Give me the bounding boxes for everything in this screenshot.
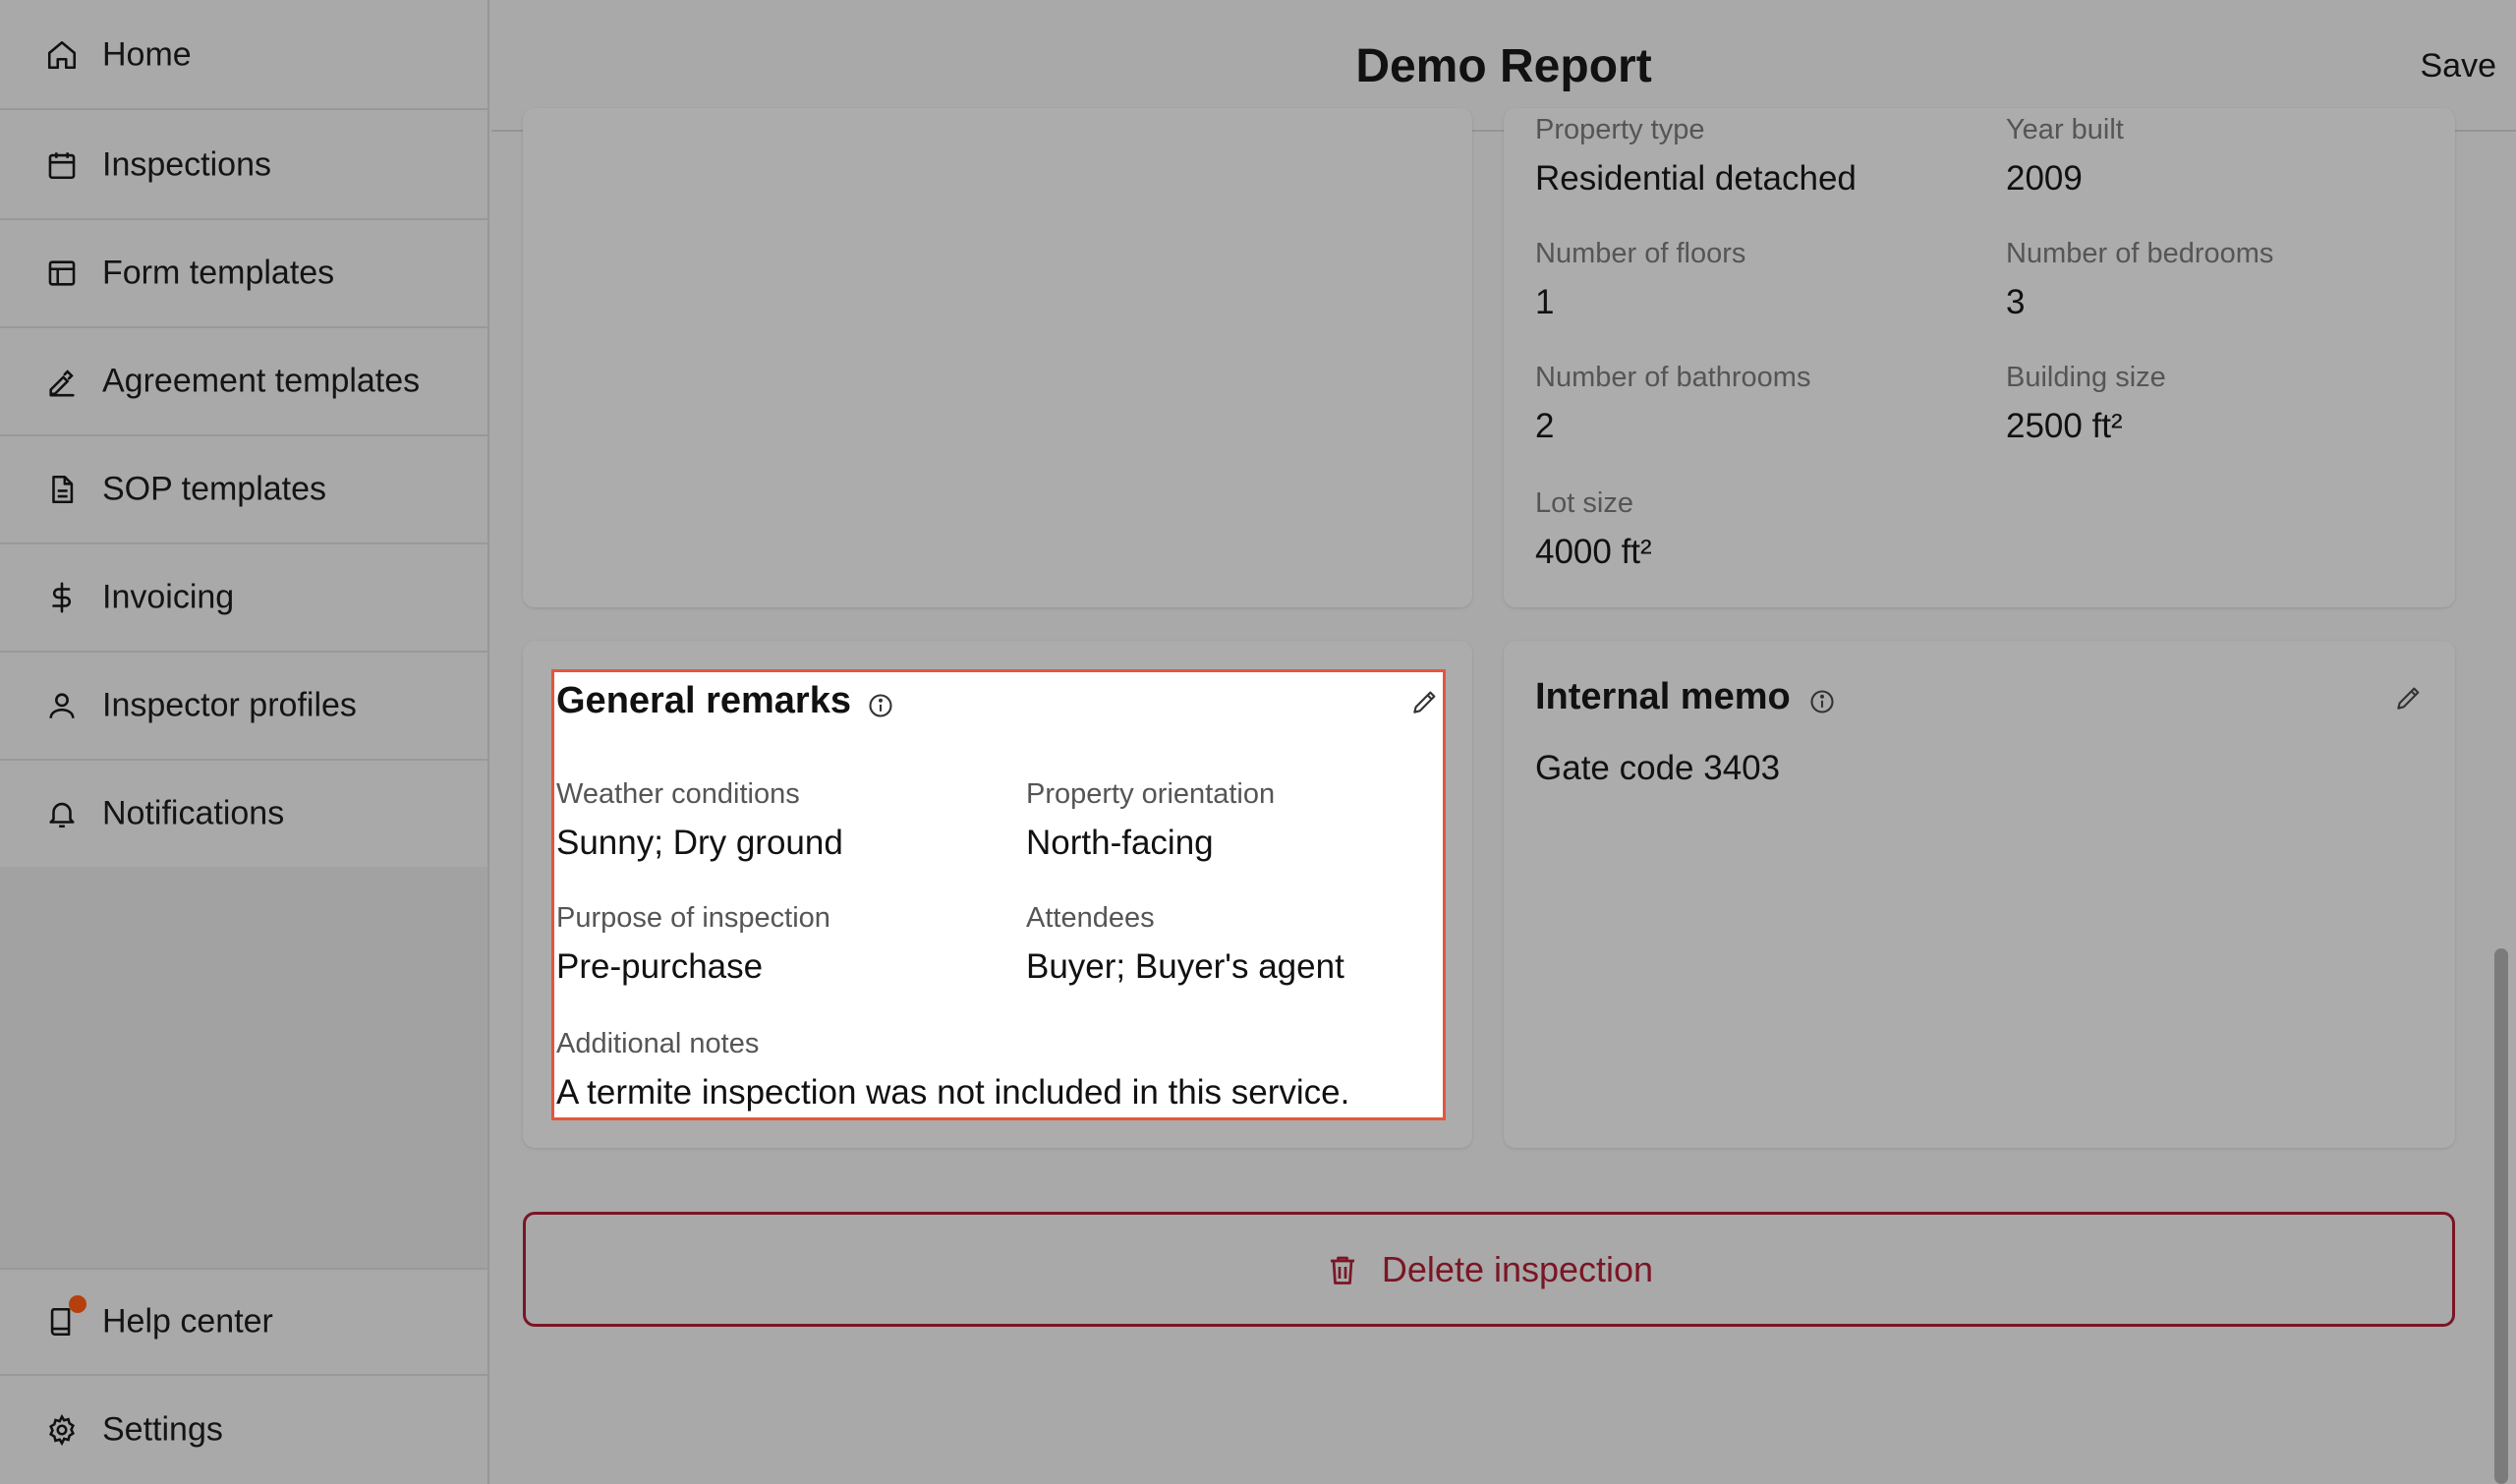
- bedrooms-label: Number of bedrooms: [2006, 238, 2274, 269]
- internal-memo-card: Internal memo Gate code 3403: [1504, 641, 2455, 1148]
- sidebar-item-invoicing[interactable]: Invoicing: [0, 544, 489, 653]
- scrollbar-thumb[interactable]: [2494, 948, 2508, 1484]
- sidebar: Home Inspections Form templates Agreemen…: [0, 0, 489, 1484]
- trash-icon: [1330, 1256, 1354, 1284]
- internal-memo-title: Internal memo: [1535, 676, 1791, 717]
- purpose-label: Purpose of inspection: [556, 902, 830, 934]
- delete-inspection-button[interactable]: Delete inspection: [523, 1212, 2455, 1327]
- sidebar-item-label: Invoicing: [102, 578, 235, 616]
- year-built-label: Year built: [2006, 114, 2124, 145]
- document-icon: [52, 475, 74, 504]
- notes-label: Additional notes: [556, 1028, 760, 1059]
- internal-memo-value: Gate code 3403: [1535, 749, 1781, 787]
- bell-icon: [49, 802, 75, 828]
- lot-size-label: Lot size: [1535, 487, 1633, 519]
- orientation-label: Property orientation: [1026, 778, 1276, 810]
- bedrooms-value: 3: [2006, 283, 2026, 321]
- floors-label: Number of floors: [1535, 238, 1746, 269]
- sidebar-spacer: [0, 867, 487, 1268]
- lot-size-value: 4000 ft²: [1535, 533, 1652, 571]
- home-icon: [47, 40, 77, 70]
- delete-inspection-label: Delete inspection: [1381, 1248, 1654, 1289]
- map-card: [523, 108, 1472, 607]
- layout-icon: [48, 260, 76, 286]
- sidebar-item-notifications[interactable]: Notifications: [0, 761, 489, 869]
- building-size-label: Building size: [2006, 362, 2166, 393]
- sidebar-item-home[interactable]: Home: [0, 2, 489, 110]
- edit-pencil-icon[interactable]: [1409, 686, 1441, 717]
- sidebar-item-label: Notifications: [102, 794, 285, 832]
- sidebar-item-sop-templates[interactable]: SOP templates: [0, 436, 489, 544]
- sidebar-item-label: SOP templates: [102, 470, 327, 508]
- bathrooms-value: 2: [1535, 407, 1555, 445]
- sidebar-item-agreement-templates[interactable]: Agreement templates: [0, 328, 489, 436]
- purpose-value: Pre-purchase: [556, 947, 764, 986]
- sidebar-item-settings[interactable]: Settings: [0, 1376, 489, 1484]
- orientation-value: North-facing: [1026, 824, 1214, 862]
- page-title: Demo Report: [1355, 40, 1652, 92]
- edit-pencil-icon[interactable]: [2393, 682, 2425, 713]
- sidebar-item-label: Inspections: [102, 145, 271, 184]
- sidebar-item-label: Help center: [102, 1302, 273, 1341]
- bathrooms-label: Number of bathrooms: [1535, 362, 1811, 393]
- sidebar-item-label: Form templates: [102, 254, 335, 292]
- info-icon[interactable]: [867, 692, 894, 719]
- dollar-icon: [52, 582, 72, 613]
- notification-dot: [69, 1295, 86, 1313]
- weather-label: Weather conditions: [556, 778, 800, 810]
- sidebar-item-inspections[interactable]: Inspections: [0, 112, 489, 220]
- property-details-card: Property type Year built Residential det…: [1504, 108, 2455, 607]
- attendees-label: Attendees: [1026, 902, 1155, 934]
- save-button[interactable]: Save: [2421, 47, 2497, 86]
- info-icon[interactable]: [1808, 688, 1836, 715]
- weather-value: Sunny; Dry ground: [556, 824, 843, 862]
- sidebar-item-label: Home: [102, 35, 192, 74]
- property-type-label: Property type: [1535, 114, 1705, 145]
- sidebar-item-help-center[interactable]: Help center: [0, 1268, 489, 1376]
- calendar-icon: [48, 152, 76, 180]
- gear-icon: [49, 1413, 75, 1447]
- sidebar-item-inspector-profiles[interactable]: Inspector profiles: [0, 653, 489, 761]
- general-remarks-title: General remarks: [556, 680, 851, 721]
- floors-value: 1: [1535, 283, 1555, 321]
- property-type-value: Residential detached: [1535, 159, 1857, 198]
- notes-value: A termite inspection was not included in…: [556, 1073, 1350, 1112]
- sidebar-item-label: Agreement templates: [102, 362, 421, 400]
- building-size-value: 2500 ft²: [2006, 407, 2123, 445]
- attendees-value: Buyer; Buyer's agent: [1026, 947, 1344, 986]
- user-icon: [49, 693, 75, 718]
- sidebar-item-label: Inspector profiles: [102, 686, 357, 724]
- sidebar-item-form-templates[interactable]: Form templates: [0, 220, 489, 328]
- general-remarks-panel[interactable]: General remarks Weather conditions Prope…: [551, 669, 1446, 1120]
- sidebar-item-label: Settings: [102, 1410, 223, 1449]
- year-built-value: 2009: [2006, 159, 2083, 198]
- signature-icon: [49, 370, 75, 397]
